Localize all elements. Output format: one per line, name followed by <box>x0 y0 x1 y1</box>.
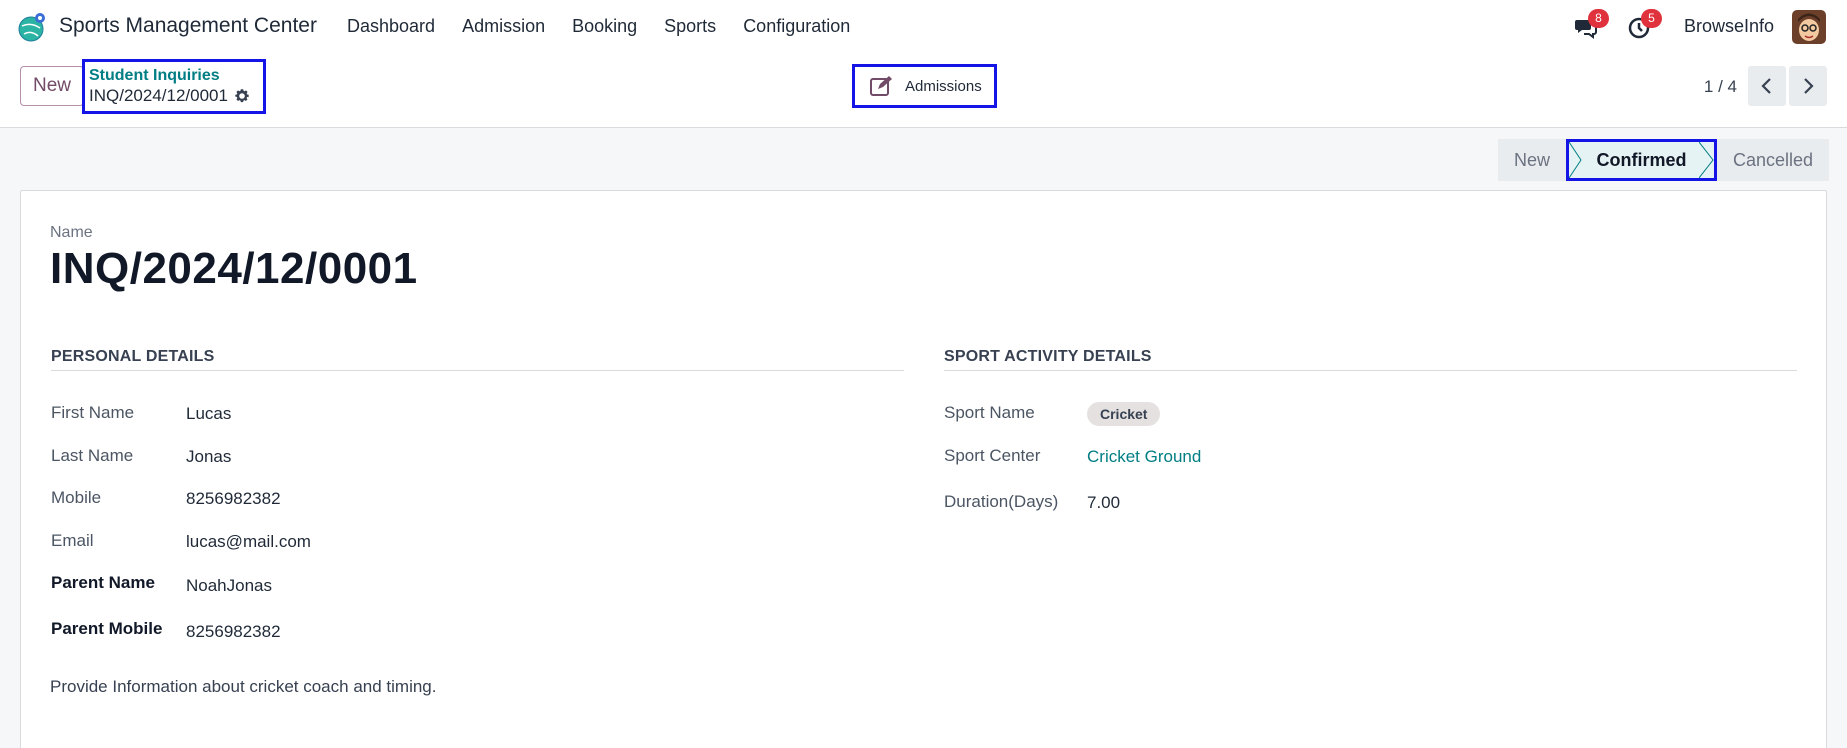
avatar[interactable] <box>1792 10 1826 44</box>
pager-previous-button[interactable] <box>1748 66 1786 106</box>
stage-arrow-left-icon <box>1569 142 1582 178</box>
gear-icon[interactable] <box>234 88 250 104</box>
stage-cancelled-label: Cancelled <box>1732 149 1814 170</box>
parent-name-field[interactable]: NoahJonas <box>186 576 272 596</box>
sports-app-logo-icon[interactable] <box>18 12 48 42</box>
mobile-field[interactable]: 8256982382 <box>186 489 281 509</box>
inquiry-note[interactable]: Provide Information about cricket coach … <box>50 677 436 697</box>
sport-activity-divider <box>944 370 1797 371</box>
new-record-button[interactable]: New <box>20 66 84 106</box>
personal-details-divider <box>51 370 904 371</box>
pager-next-button[interactable] <box>1789 66 1827 106</box>
sport-name-tag[interactable]: Cricket <box>1087 402 1161 426</box>
parent-mobile-field[interactable]: 8256982382 <box>186 622 281 642</box>
pager-value[interactable]: 1 / 4 <box>1704 77 1737 97</box>
last-name-field[interactable]: Jonas <box>186 447 231 467</box>
sport-center-link[interactable]: Cricket Ground <box>1087 447 1201 467</box>
mobile-label: Mobile <box>51 488 102 507</box>
chevron-left-icon <box>1761 78 1771 94</box>
stage-confirmed[interactable]: Confirmed <box>1566 139 1717 181</box>
first-name-field[interactable]: Lucas <box>186 404 231 424</box>
menu-item-configuration[interactable]: Configuration <box>743 16 850 37</box>
user-menu-name[interactable]: BrowseInfo <box>1684 16 1774 37</box>
last-name-label: Last Name <box>51 446 134 465</box>
admissions-smart-button[interactable]: Admissions <box>852 64 997 108</box>
first-name-label: First Name <box>51 403 135 422</box>
breadcrumb-student-inquiries-link[interactable]: Student Inquiries <box>89 67 259 85</box>
menu-item-booking[interactable]: Booking <box>572 16 637 37</box>
breadcrumb-current: INQ/2024/12/0001 <box>89 86 259 106</box>
stage-confirmed-label: Confirmed <box>1596 149 1687 170</box>
sport-activity-details-title: SPORT ACTIVITY DETAILS <box>944 348 1152 365</box>
statusbar: New Confirmed Cancelled <box>1498 139 1829 181</box>
parent-mobile-label: Parent Mobile <box>51 619 163 638</box>
duration-field[interactable]: 7.00 <box>1087 493 1120 513</box>
messages-button[interactable]: 8 <box>1574 9 1609 40</box>
main-menu: Dashboard Admission Booking Sports Confi… <box>347 16 877 37</box>
sport-center-label: Sport Center <box>944 446 1041 465</box>
stage-cancelled[interactable]: Cancelled <box>1717 139 1829 181</box>
menu-item-dashboard[interactable]: Dashboard <box>347 16 435 37</box>
menu-item-sports[interactable]: Sports <box>664 16 716 37</box>
stage-new-label: New <box>1513 149 1550 170</box>
sport-name-label: Sport Name <box>944 403 1035 422</box>
parent-name-label: Parent Name <box>51 573 155 592</box>
stage-arrow-right-icon <box>1699 142 1714 178</box>
top-navbar: Sports Management Center Dashboard Admis… <box>0 0 1847 54</box>
activities-button[interactable]: 5 <box>1627 9 1662 40</box>
breadcrumb-current-label: INQ/2024/12/0001 <box>89 86 228 105</box>
messages-count-badge: 8 <box>1588 9 1609 28</box>
email-field[interactable]: lucas@mail.com <box>186 532 311 552</box>
record-name[interactable]: INQ/2024/12/0001 <box>50 244 418 294</box>
control-panel: New Student Inquiries INQ/2024/12/0001 A… <box>0 54 1847 128</box>
chevron-right-icon <box>1804 78 1814 94</box>
admissions-smart-button-label: Admissions <box>905 77 982 95</box>
email-label: Email <box>51 531 94 550</box>
name-field-caption: Name <box>50 224 93 241</box>
breadcrumb: Student Inquiries INQ/2024/12/0001 <box>82 59 266 114</box>
stage-new[interactable]: New <box>1498 139 1566 181</box>
personal-details-title: PERSONAL DETAILS <box>51 348 215 365</box>
duration-label: Duration(Days) <box>944 492 1059 511</box>
app-title[interactable]: Sports Management Center <box>59 14 317 38</box>
menu-item-admission[interactable]: Admission <box>462 16 545 37</box>
activities-count-badge: 5 <box>1641 9 1662 28</box>
edit-icon <box>870 76 892 96</box>
